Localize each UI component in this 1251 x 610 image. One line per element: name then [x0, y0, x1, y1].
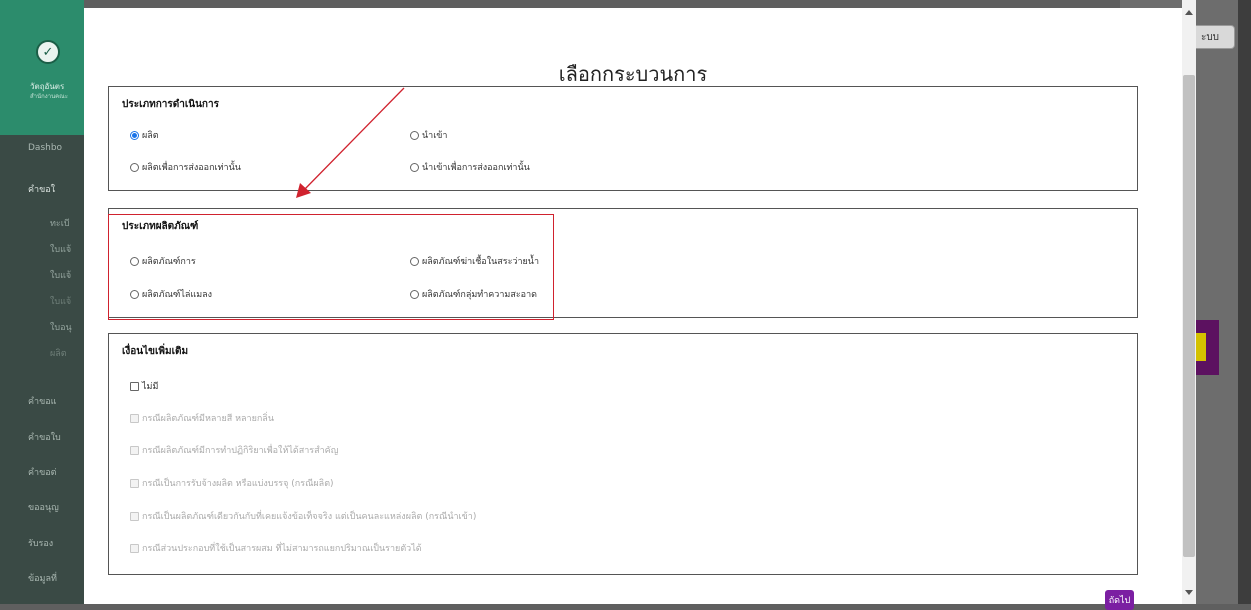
logo-icon: ✓: [36, 40, 60, 64]
option-label: นำเข้าเพื่อการส่งออกเท่านั้น: [422, 163, 530, 173]
scroll-up-icon[interactable]: [1185, 10, 1193, 15]
option-label: กรณีผลิตภัณฑ์มีหลายสี หลายกลิ่น: [142, 414, 274, 424]
background-edge: [1238, 0, 1251, 604]
sidebar-subitem[interactable]: ใบแจ้: [50, 268, 71, 282]
sidebar-item-info[interactable]: ข้อมูลที่: [28, 571, 57, 585]
sidebar-item-label: ขออนุญ: [28, 503, 59, 513]
sidebar-item-label: คำขอแ: [28, 397, 57, 407]
option-label: กรณีผลิตภัณฑ์มีการทำปฏิกิริยาเพื่อให้ได้…: [142, 446, 339, 456]
sidebar-item-renew[interactable]: คำขอต่: [28, 465, 56, 479]
condition-reaction[interactable]: กรณีผลิตภัณฑ์มีการทำปฏิกิริยาเพื่อให้ได้…: [130, 443, 338, 457]
option-label: กรณีเป็นผลิตภัณฑ์เดียวกันกับที่เคยแจ้งข้…: [142, 512, 477, 522]
checkbox-icon[interactable]: [130, 413, 139, 423]
sidebar-item-label: ข้อมูลที่: [28, 574, 57, 584]
condition-none[interactable]: ไม่มี: [130, 379, 158, 393]
option-import[interactable]: นำเข้า: [410, 128, 448, 142]
sidebar-item-license[interactable]: คำขอใบ: [28, 430, 61, 444]
sidebar-item-label: คำขอต่: [28, 468, 57, 478]
option-label: ไม่มี: [142, 382, 159, 392]
checkbox-icon[interactable]: [130, 543, 139, 553]
sidebar-subitem[interactable]: ทะเบี: [50, 216, 70, 230]
checkbox-icon[interactable]: [130, 511, 139, 521]
sidebar-item-dashboard[interactable]: Dashbo: [28, 143, 62, 153]
sidebar-subitem[interactable]: ใบอนุ: [50, 320, 72, 334]
option-label: นำเข้า: [422, 131, 448, 141]
option-label: กรณีเป็นการรับจ้างผลิต หรือแบ่งบรรจุ (กร…: [142, 479, 334, 489]
option-import-export[interactable]: นำเข้าเพื่อการส่งออกเท่านั้น: [410, 160, 530, 174]
sidebar-item-certify[interactable]: รับรอง: [28, 536, 53, 550]
option-label: ผลิต: [142, 131, 159, 141]
sidebar-item-label: คำขอใบ: [28, 433, 61, 443]
sidebar-item-label: รับรอง: [28, 539, 54, 549]
radio-icon[interactable]: [130, 130, 139, 140]
sidebar-item-permit[interactable]: ขออนุญ: [28, 500, 59, 514]
sidebar-subitem[interactable]: ใบแจ้: [50, 294, 71, 308]
conditions-group: เงื่อนไขเพิ่มเติม ไม่มี กรณีผลิตภัณฑ์มีห…: [108, 333, 1138, 575]
condition-mixture[interactable]: กรณีส่วนประกอบที่ใช้เป็นสารผสม ที่ไม่สาม…: [130, 541, 422, 555]
condition-contract[interactable]: กรณีเป็นการรับจ้างผลิต หรือแบ่งบรรจุ (กร…: [130, 476, 334, 490]
radio-icon[interactable]: [410, 162, 419, 172]
sidebar-org-sub: สำนักงานคณะ: [30, 93, 68, 100]
sidebar-item-edit[interactable]: คำขอแ: [28, 394, 56, 408]
checkbox-icon[interactable]: [130, 478, 139, 488]
scroll-thumb[interactable]: [1183, 75, 1195, 557]
background-yellow-block: [1196, 333, 1206, 361]
radio-icon[interactable]: [130, 162, 139, 172]
radio-icon[interactable]: [410, 130, 419, 140]
sidebar-subitem[interactable]: ใบแจ้: [50, 242, 71, 256]
option-label: กรณีส่วนประกอบที่ใช้เป็นสารผสม ที่ไม่สาม…: [142, 544, 422, 554]
operation-type-group: ประเภทการดำเนินการ ผลิต นำเข้า ผลิตเพื่อ…: [108, 86, 1138, 191]
option-produce[interactable]: ผลิต: [130, 128, 159, 142]
next-button[interactable]: ถัดไป: [1105, 590, 1134, 610]
sidebar-item-label: คำขอใ: [28, 185, 56, 195]
condition-same-product[interactable]: กรณีเป็นผลิตภัณฑ์เดียวกันกับที่เคยแจ้งข้…: [130, 509, 476, 523]
sidebar-item-request[interactable]: คำขอใ: [28, 182, 55, 196]
scroll-down-icon[interactable]: [1185, 590, 1193, 595]
sidebar-header: [0, 0, 84, 135]
sidebar: ✓ วัตถุอันตร สำนักงานคณะ Dashbo คำขอใ ทะ…: [0, 0, 84, 604]
highlight-box: [108, 214, 554, 320]
option-produce-export[interactable]: ผลิตเพื่อการส่งออกเท่านั้น: [130, 160, 241, 174]
option-label: ผลิตเพื่อการส่งออกเท่านั้น: [142, 163, 241, 173]
checkbox-icon[interactable]: [130, 381, 139, 391]
condition-multi-color[interactable]: กรณีผลิตภัณฑ์มีหลายสี หลายกลิ่น: [130, 411, 274, 425]
sidebar-subitem[interactable]: ผลิต: [50, 346, 67, 360]
checkbox-icon[interactable]: [130, 445, 139, 455]
sidebar-item-label: Dashbo: [28, 143, 63, 153]
process-modal: เลือกกระบวนการ ประเภทการดำเนินการ ผลิต น…: [84, 8, 1182, 610]
group-title: ประเภทการดำเนินการ: [122, 99, 219, 110]
group-title: เงื่อนไขเพิ่มเติม: [122, 346, 189, 357]
